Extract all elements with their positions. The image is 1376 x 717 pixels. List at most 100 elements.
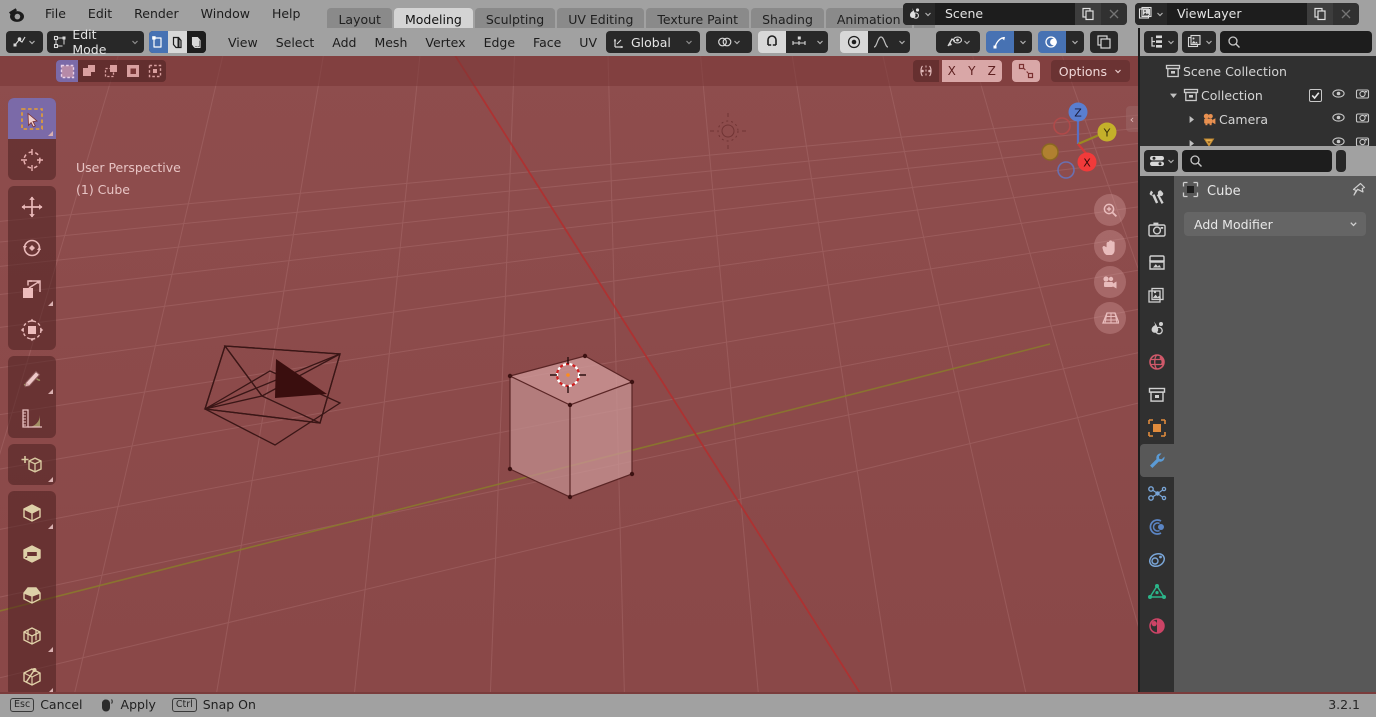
face-select-button[interactable] — [187, 31, 207, 53]
annotate-tool[interactable] — [8, 356, 56, 397]
particles-tab[interactable] — [1140, 477, 1174, 510]
edge-select-button[interactable] — [168, 31, 188, 53]
3d-viewport[interactable]: XYZ Options User Perspective (1) Cube Z … — [0, 56, 1138, 692]
transform-tool[interactable] — [8, 309, 56, 350]
viewport-menu-uv[interactable]: UV — [570, 35, 606, 50]
data-tab[interactable] — [1140, 576, 1174, 609]
select-subtract-button[interactable] — [100, 60, 122, 82]
viewport-menu-mesh[interactable]: Mesh — [365, 35, 416, 50]
overlays-icon[interactable] — [1038, 31, 1066, 53]
outliner-row[interactable]: Scene Collection — [1140, 59, 1376, 83]
snap-pivot-dropdown[interactable] — [706, 31, 752, 53]
visibility-toggle[interactable] — [936, 31, 980, 53]
hide-eye-button[interactable] — [1331, 86, 1346, 104]
properties-editor-type-button[interactable] — [1144, 150, 1178, 172]
material-tab[interactable] — [1140, 609, 1174, 642]
unlink-scene-button[interactable] — [1101, 3, 1127, 25]
scene-name[interactable]: Scene — [935, 3, 1075, 25]
rotate-tool[interactable] — [8, 227, 56, 268]
mirror-axis-y-button[interactable]: Y — [961, 60, 982, 82]
snap-increment-icon[interactable] — [786, 31, 812, 53]
render-tab[interactable] — [1140, 213, 1174, 246]
measure-tool[interactable] — [8, 397, 56, 438]
collection-tab[interactable] — [1140, 378, 1174, 411]
cursor-tool[interactable] — [8, 139, 56, 180]
properties-search-input[interactable] — [1182, 150, 1332, 172]
tweak-select-box-tool[interactable] — [8, 98, 56, 139]
add-cube-tool[interactable] — [8, 444, 56, 485]
chevron-down-icon[interactable] — [1014, 31, 1032, 53]
menu-help[interactable]: Help — [261, 3, 312, 25]
xray-toggle[interactable] — [1090, 31, 1118, 53]
gizmo-icon[interactable] — [986, 31, 1014, 53]
move-tool[interactable] — [8, 186, 56, 227]
add-modifier-button[interactable]: Add Modifier — [1184, 212, 1366, 236]
proportional-edit-icon[interactable] — [840, 31, 868, 53]
menu-edit[interactable]: Edit — [77, 3, 123, 25]
exclude-checkbox[interactable] — [1309, 88, 1322, 102]
loop-cut-tool[interactable] — [8, 614, 56, 655]
outliner-filter-button[interactable] — [1182, 31, 1216, 53]
modifier-tab[interactable] — [1140, 444, 1174, 477]
pan-button[interactable] — [1094, 230, 1126, 262]
world-tab[interactable] — [1140, 345, 1174, 378]
viewlayer-selector[interactable]: ViewLayer — [1135, 3, 1359, 25]
knife-tool[interactable] — [8, 655, 56, 692]
outliner-row[interactable]: Camera — [1140, 107, 1376, 131]
menu-file[interactable]: File — [34, 3, 77, 25]
viewlayer-name[interactable]: ViewLayer — [1167, 3, 1307, 25]
new-scene-button[interactable] — [1075, 3, 1101, 25]
remove-viewlayer-button[interactable] — [1333, 3, 1359, 25]
mode-dropdown[interactable]: Edit Mode — [47, 27, 145, 57]
scene-icon[interactable] — [903, 3, 935, 25]
properties-overflow-button[interactable] — [1336, 150, 1346, 172]
outliner-display-mode-button[interactable] — [1144, 31, 1178, 53]
viewport-menu-edge[interactable]: Edge — [475, 35, 524, 50]
scale-tool[interactable] — [8, 268, 56, 309]
outliner-search-input[interactable] — [1220, 31, 1372, 53]
viewport-menu-select[interactable]: Select — [267, 35, 324, 50]
mirror-axis-z-button[interactable]: Z — [981, 60, 1002, 82]
viewport-menu-add[interactable]: Add — [323, 35, 365, 50]
vertex-select-button[interactable] — [149, 31, 169, 53]
new-viewlayer-button[interactable] — [1307, 3, 1333, 25]
transform-orientation-dropdown[interactable]: Global — [606, 31, 700, 53]
expand-triangle[interactable] — [1166, 91, 1180, 100]
chevron-down-icon[interactable] — [894, 31, 910, 53]
zoom-button[interactable] — [1094, 194, 1126, 226]
outliner-row[interactable]: Collection — [1140, 83, 1376, 107]
blender-logo-icon[interactable] — [0, 4, 34, 24]
smooth-falloff-icon[interactable] — [868, 31, 894, 53]
pin-icon[interactable] — [1350, 182, 1366, 201]
expand-triangle[interactable] — [1184, 115, 1198, 124]
viewport-menu-view[interactable]: View — [219, 35, 267, 50]
camera-view-button[interactable] — [1094, 266, 1126, 298]
mirror-axis-x-button[interactable]: X — [941, 60, 962, 82]
toggle-ortho-button[interactable] — [1094, 302, 1126, 334]
select-intersect-button[interactable] — [144, 60, 166, 82]
physics-tab[interactable] — [1140, 510, 1174, 543]
scene-selector[interactable]: Scene — [903, 3, 1127, 25]
sidebar-collapse-arrow[interactable]: ‹ — [1126, 106, 1138, 132]
select-extend-button[interactable] — [78, 60, 100, 82]
navigation-gizmo[interactable]: Z Y X — [1036, 96, 1120, 180]
magnet-icon[interactable] — [758, 31, 786, 53]
inset-faces-tool[interactable] — [8, 532, 56, 573]
view-layer-icon[interactable] — [1135, 3, 1167, 25]
select-set-button[interactable] — [56, 60, 78, 82]
options-dropdown[interactable]: Options — [1050, 60, 1130, 82]
editor-type-button[interactable] — [6, 31, 43, 53]
select-invert-button[interactable] — [122, 60, 144, 82]
tool-tab[interactable] — [1140, 180, 1174, 213]
pivot-individual-origins-icon[interactable] — [1011, 60, 1040, 82]
viewport-menu-face[interactable]: Face — [524, 35, 570, 50]
view-layer-tab[interactable] — [1140, 279, 1174, 312]
chevron-down-icon[interactable] — [812, 31, 828, 53]
extrude-region-tool[interactable] — [8, 491, 56, 532]
output-tab[interactable] — [1140, 246, 1174, 279]
hide-eye-button[interactable] — [1331, 110, 1346, 128]
menu-window[interactable]: Window — [190, 3, 261, 25]
viewport-menu-vertex[interactable]: Vertex — [416, 35, 474, 50]
object-tab[interactable] — [1140, 411, 1174, 444]
menu-render[interactable]: Render — [123, 3, 190, 25]
